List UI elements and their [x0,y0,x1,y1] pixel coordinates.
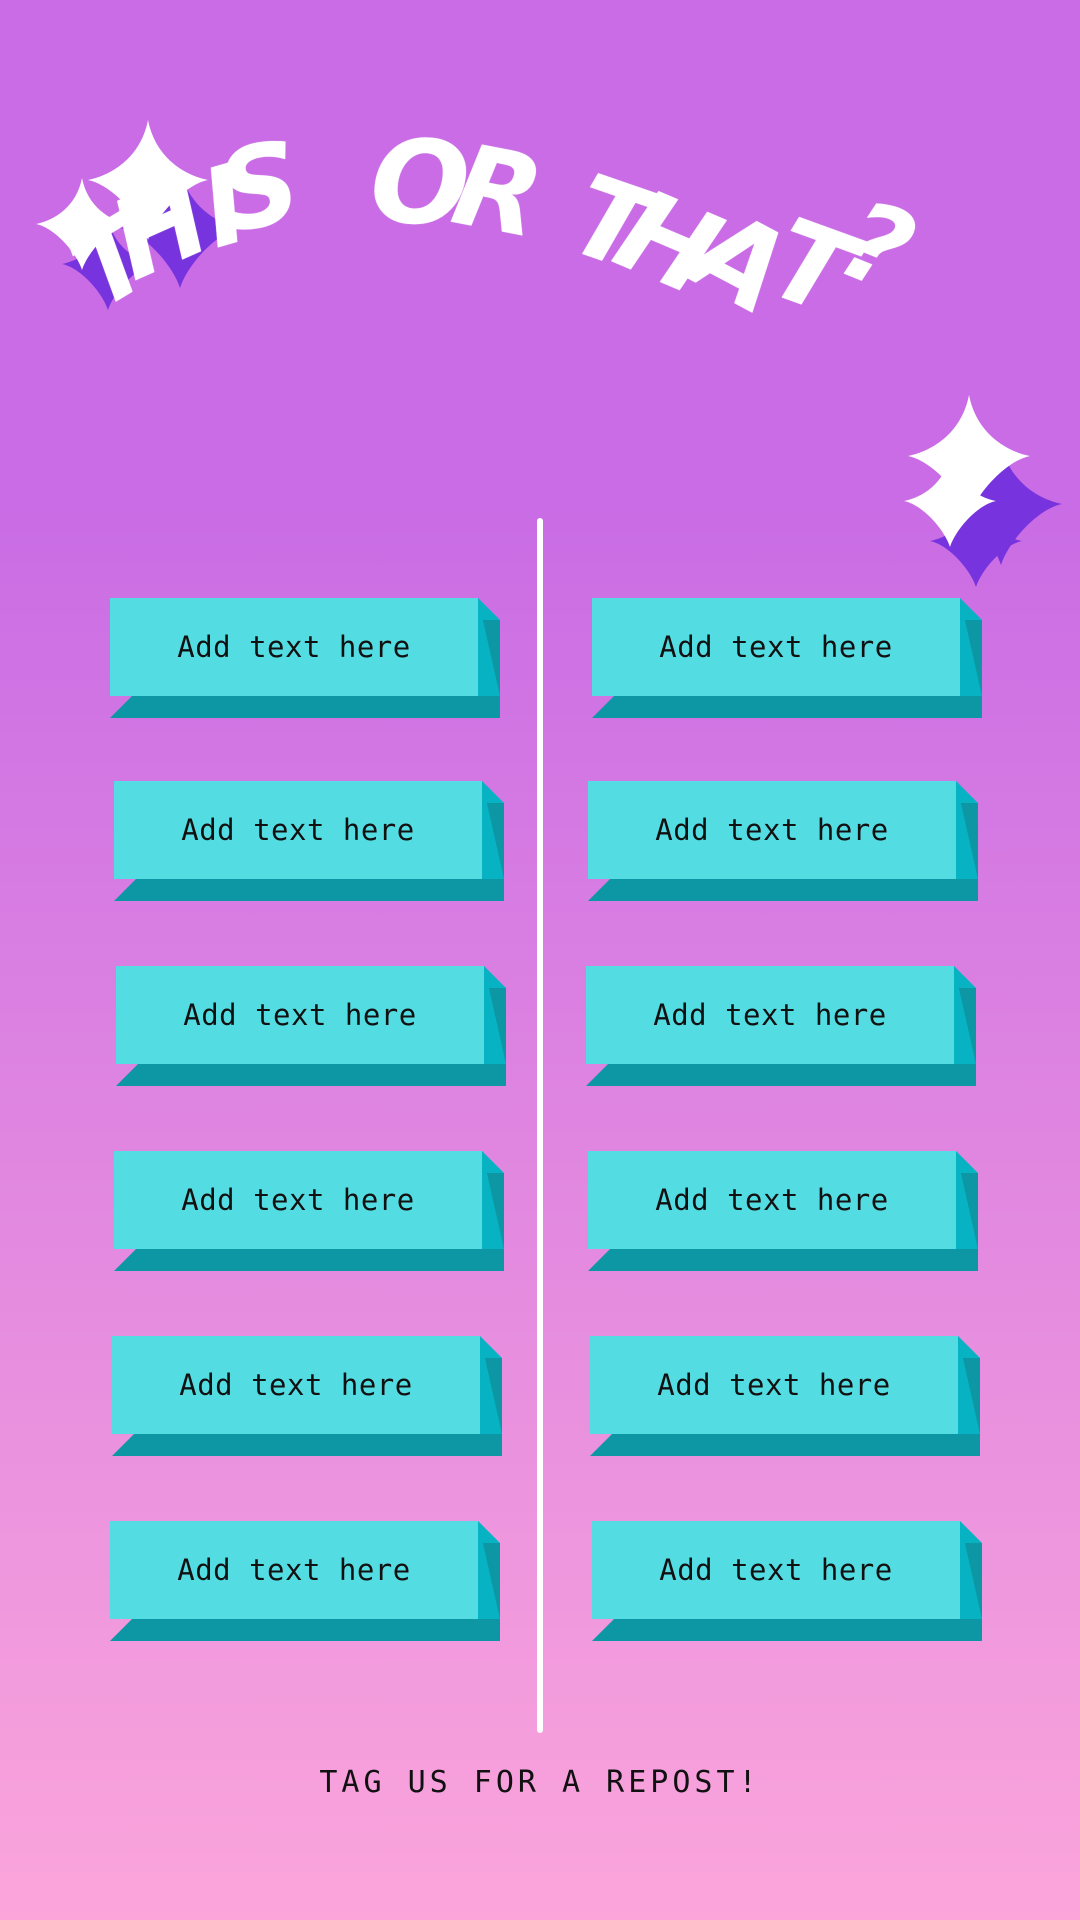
button-bevel-bottom-left [592,696,614,718]
button-bevel-bottom-left [110,1619,132,1641]
option-button-label: Add text here [653,998,887,1032]
button-bevel-bottom-left [114,1249,136,1271]
sparkle-right-small-icon [904,455,1022,587]
option-button-left-1[interactable]: Add text here [110,598,500,718]
button-bevel-bottom-left [592,1619,614,1641]
title-letter: H [598,162,739,323]
option-button-label: Add text here [655,1183,889,1217]
button-bevel-bottom-left [586,1064,608,1086]
option-button-right-3[interactable]: Add text here [586,966,976,1086]
center-divider [537,518,543,1733]
button-bevel-top-right [960,598,982,620]
title-letter: T [554,150,670,298]
option-button-label: Add text here [655,813,889,847]
button-bevel-top-right [478,598,500,620]
option-button-right-1[interactable]: Add text here [592,598,982,718]
button-bevel-bottom-left [114,879,136,901]
story-canvas: T H I S O R T H A T? Add text here Add text here Ad… [0,0,1080,1920]
title-letter: A [670,182,811,341]
option-button-right-2[interactable]: Add text here [588,781,978,901]
button-bevel-bottom-left [588,1249,610,1271]
footer-tagline: TAG US FOR A REPOST! [319,1765,761,1800]
option-button-label: Add text here [181,1183,415,1217]
button-bevel-top-right [954,966,976,988]
option-button-label: Add text here [181,813,415,847]
button-bevel-bottom-left [110,696,132,718]
title-letter: O [366,112,474,255]
sparkle-top-left-small-icon [36,178,154,310]
button-bevel-bottom-left [590,1434,612,1456]
option-button-label: Add text here [183,998,417,1032]
button-bevel-top-right [960,1521,982,1543]
title-letter: T [753,193,871,343]
option-button-label: Add text here [659,630,893,664]
option-button-label: Add text here [657,1368,891,1402]
button-bevel-top-right [956,1151,978,1173]
option-button-right-5[interactable]: Add text here [590,1336,980,1456]
option-button-left-2[interactable]: Add text here [114,781,504,901]
option-button-left-4[interactable]: Add text here [114,1151,504,1271]
button-bevel-top-right [482,1151,504,1173]
option-button-left-5[interactable]: Add text here [112,1336,502,1456]
button-bevel-top-right [956,781,978,803]
button-bevel-top-right [478,1521,500,1543]
button-bevel-top-right [958,1336,980,1358]
button-bevel-bottom-left [588,879,610,901]
option-button-right-4[interactable]: Add text here [588,1151,978,1271]
option-button-right-6[interactable]: Add text here [592,1521,982,1641]
sparkle-white-icon [904,455,996,547]
option-button-left-3[interactable]: Add text here [116,966,506,1086]
button-bevel-bottom-left [116,1064,138,1086]
option-button-left-6[interactable]: Add text here [110,1521,500,1641]
option-button-label: Add text here [179,1368,413,1402]
option-button-label: Add text here [177,1553,411,1587]
sparkle-white-icon [36,178,128,270]
button-bevel-bottom-left [112,1434,134,1456]
option-button-label: Add text here [659,1553,893,1587]
button-bevel-top-right [482,781,504,803]
option-button-label: Add text here [177,630,411,664]
button-bevel-top-right [484,966,506,988]
title-letter: ? [823,174,931,318]
button-bevel-top-right [480,1336,502,1358]
title-letter: R [443,119,553,265]
